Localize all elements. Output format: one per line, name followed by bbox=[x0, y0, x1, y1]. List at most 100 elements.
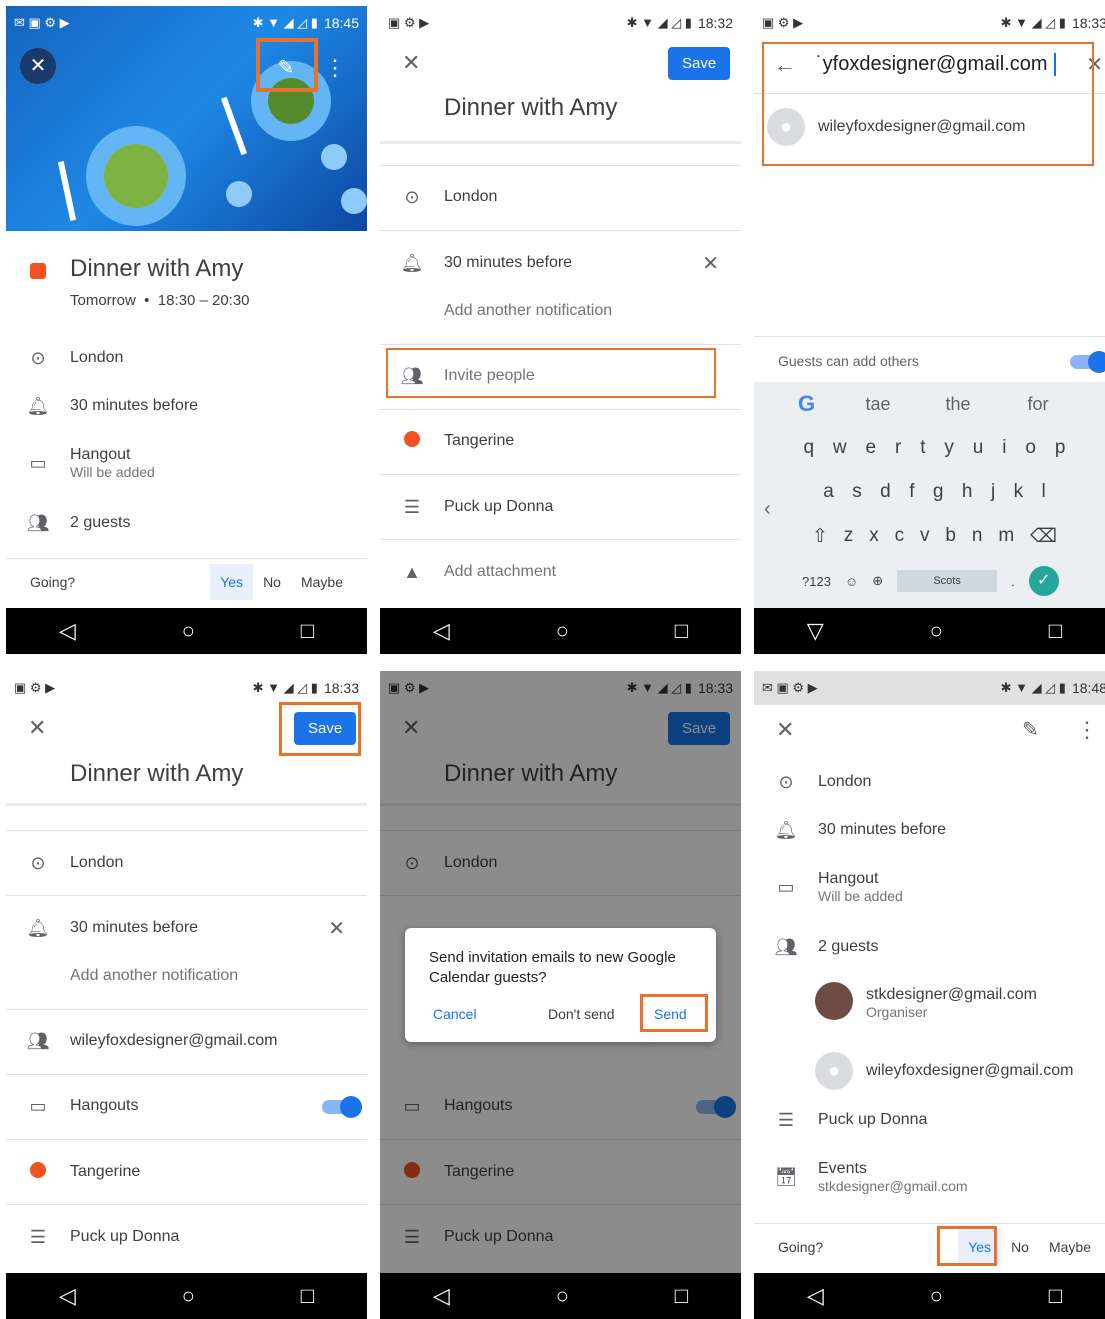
home-nav-icon[interactable]: ○ bbox=[556, 618, 569, 644]
key[interactable]: a bbox=[823, 481, 834, 503]
recents-nav-icon[interactable]: □ bbox=[675, 1283, 688, 1309]
key[interactable]: i bbox=[1002, 437, 1006, 459]
rsvp-maybe[interactable]: Maybe bbox=[1039, 1229, 1101, 1265]
rsvp-no[interactable]: No bbox=[253, 564, 291, 600]
system-icons: ✱ ▼ ◢ ◿ ▮ bbox=[1000, 680, 1066, 695]
location-row[interactable]: ⊙ London bbox=[754, 769, 1105, 795]
key[interactable]: x bbox=[869, 525, 879, 547]
back-nav-icon[interactable]: ◁ bbox=[433, 618, 450, 644]
guest-invitee[interactable]: ● wileyfoxdesigner@gmail.com bbox=[754, 1049, 1105, 1093]
location-row[interactable]: ⊙ London bbox=[380, 184, 741, 210]
guests-can-add-row[interactable]: Guests can add others bbox=[754, 350, 1105, 372]
google-g-icon[interactable]: G bbox=[798, 391, 838, 417]
key[interactable]: n bbox=[972, 525, 983, 547]
globe-icon[interactable]: ⊕ bbox=[872, 573, 883, 589]
add-notification-row[interactable]: Add another notification bbox=[380, 298, 741, 324]
close-button[interactable]: ✕ bbox=[402, 50, 420, 76]
guests-can-add-toggle[interactable] bbox=[1070, 351, 1105, 373]
space-key[interactable]: Scots bbox=[897, 570, 998, 592]
recents-nav-icon[interactable]: □ bbox=[1049, 618, 1062, 644]
home-nav-icon[interactable]: ○ bbox=[182, 618, 195, 644]
key[interactable]: o bbox=[1025, 437, 1036, 459]
close-button[interactable]: ✕ bbox=[776, 717, 794, 743]
location-row[interactable]: ⊙ London bbox=[6, 345, 367, 371]
color-row[interactable]: Tangerine bbox=[380, 428, 741, 454]
close-button[interactable]: ✕ bbox=[28, 715, 46, 741]
guest-row[interactable]: 👥︎ wileyfoxdesigner@gmail.com bbox=[6, 1028, 367, 1054]
key[interactable]: c bbox=[895, 525, 905, 547]
guest-organiser[interactable]: stkdesigner@gmail.com Organiser bbox=[754, 981, 1105, 1025]
recents-nav-icon[interactable]: □ bbox=[1049, 1283, 1062, 1309]
key[interactable]: r bbox=[895, 437, 901, 459]
color-row[interactable]: Tangerine bbox=[6, 1159, 367, 1185]
remove-notification-icon[interactable]: ✕ bbox=[702, 251, 719, 276]
key[interactable]: k bbox=[1014, 481, 1024, 503]
more-options-button[interactable]: ⋮ bbox=[324, 50, 346, 86]
description-row[interactable]: ☰ Puck up Donna bbox=[380, 494, 741, 520]
notification-row[interactable]: 🔔︎ 30 minutes before ✕ bbox=[380, 250, 741, 276]
key[interactable]: e bbox=[866, 437, 877, 459]
location-row[interactable]: ⊙ London bbox=[6, 850, 367, 876]
back-chevron-icon[interactable]: ‹ bbox=[764, 498, 771, 521]
key[interactable]: m bbox=[998, 525, 1014, 547]
hangout-row[interactable]: ▭ Hangout Will be added bbox=[6, 441, 367, 485]
key[interactable]: t bbox=[920, 437, 925, 459]
key[interactable]: f bbox=[909, 481, 914, 503]
description-row[interactable]: ☰ Puck up Donna bbox=[6, 1224, 367, 1250]
key[interactable]: y bbox=[944, 437, 954, 459]
home-nav-icon[interactable]: ○ bbox=[930, 1283, 943, 1309]
pencil-icon[interactable]: ✎ bbox=[1022, 717, 1039, 742]
home-nav-icon[interactable]: ○ bbox=[182, 1283, 195, 1309]
close-button[interactable]: ✕ bbox=[20, 48, 56, 84]
recents-nav-icon[interactable]: □ bbox=[301, 618, 314, 644]
recents-nav-icon[interactable]: □ bbox=[301, 1283, 314, 1309]
suggestion-word[interactable]: the bbox=[918, 394, 998, 415]
key[interactable]: b bbox=[945, 525, 956, 547]
rsvp-maybe[interactable]: Maybe bbox=[291, 564, 353, 600]
notification-row[interactable]: 🔔︎ 30 minutes before ✕ bbox=[6, 915, 367, 941]
dialog-dont-send-button[interactable]: Don't send bbox=[548, 1006, 615, 1022]
home-nav-icon[interactable]: ○ bbox=[556, 1283, 569, 1309]
hangout-row[interactable]: ▭ Hangout Will be added bbox=[754, 865, 1105, 909]
back-nav-icon[interactable]: ◁ bbox=[59, 1283, 76, 1309]
attachment-row[interactable]: ▲ Add attachment bbox=[380, 559, 741, 585]
rsvp-no[interactable]: No bbox=[1001, 1229, 1039, 1265]
key[interactable]: h bbox=[962, 481, 973, 503]
numbers-key[interactable]: ?123 bbox=[802, 574, 831, 589]
key[interactable]: p bbox=[1055, 437, 1066, 459]
suggestion-word[interactable]: for bbox=[998, 394, 1078, 415]
hangouts-row[interactable]: ▭ Hangouts bbox=[6, 1093, 367, 1119]
guests-row[interactable]: 👥︎ 2 guests bbox=[754, 934, 1105, 960]
key[interactable]: d bbox=[880, 481, 891, 503]
home-nav-icon[interactable]: ○ bbox=[930, 618, 943, 644]
key[interactable]: u bbox=[973, 437, 984, 459]
suggestion-word[interactable]: tae bbox=[838, 394, 918, 415]
key[interactable]: q bbox=[803, 437, 814, 459]
event-time: Tomorrow • 18:30 – 20:30 bbox=[70, 292, 250, 309]
backspace-icon[interactable]: ⌫ bbox=[1030, 525, 1057, 548]
hangouts-toggle[interactable] bbox=[322, 1096, 362, 1118]
key[interactable]: s bbox=[852, 481, 862, 503]
period-key[interactable]: . bbox=[1011, 574, 1015, 589]
guests-row[interactable]: 👥︎ 2 guests bbox=[6, 510, 367, 536]
back-nav-icon[interactable]: ◁ bbox=[433, 1283, 450, 1309]
hide-keyboard-nav-icon[interactable]: ▽ bbox=[807, 618, 824, 644]
save-button[interactable]: Save bbox=[668, 47, 731, 80]
back-nav-icon[interactable]: ◁ bbox=[59, 618, 76, 644]
enter-check-icon[interactable]: ✓ bbox=[1028, 566, 1059, 596]
remove-notification-icon[interactable]: ✕ bbox=[328, 916, 345, 941]
key[interactable]: l bbox=[1042, 481, 1046, 503]
add-notification-row[interactable]: Add another notification bbox=[6, 963, 367, 989]
key[interactable]: j bbox=[991, 481, 995, 503]
emoji-icon[interactable]: ☺ bbox=[845, 574, 858, 589]
key[interactable]: z bbox=[844, 525, 854, 547]
key[interactable]: w bbox=[833, 437, 847, 459]
recents-nav-icon[interactable]: □ bbox=[675, 618, 688, 644]
key[interactable]: v bbox=[920, 525, 930, 547]
back-nav-icon[interactable]: ◁ bbox=[807, 1283, 824, 1309]
more-vert-icon[interactable]: ⋮ bbox=[1076, 717, 1098, 743]
key[interactable]: g bbox=[933, 481, 944, 503]
shift-icon[interactable]: ⇧ bbox=[812, 525, 828, 548]
dialog-cancel-button[interactable]: Cancel bbox=[433, 1006, 477, 1022]
rsvp-yes[interactable]: Yes bbox=[210, 563, 254, 600]
